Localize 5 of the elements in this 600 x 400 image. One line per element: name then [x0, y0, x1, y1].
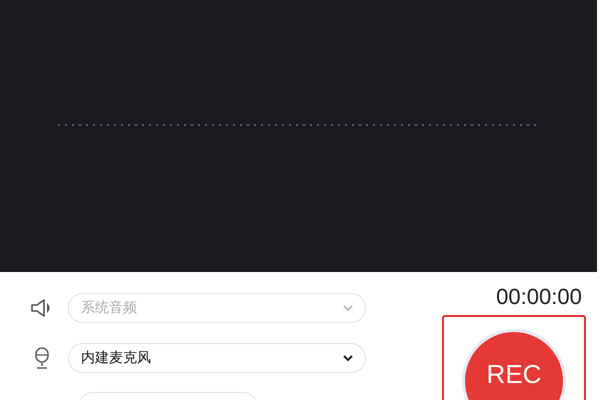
timer-readout: 00:00:00: [496, 284, 582, 310]
source-dropdown[interactable]: 内建麦克风: [68, 343, 366, 373]
chevron-down-icon: [343, 354, 353, 362]
chevron-down-icon: [343, 304, 353, 312]
record-button[interactable]: REC: [462, 329, 566, 400]
